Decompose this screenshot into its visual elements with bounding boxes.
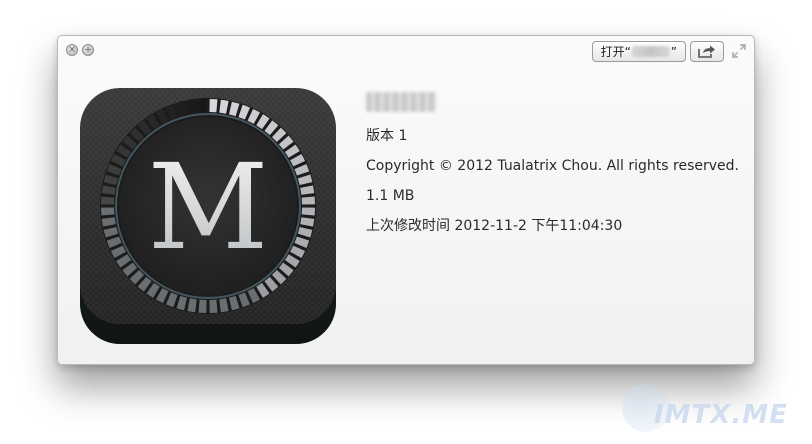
file-size-label: 1.1 MB xyxy=(366,188,415,204)
plus-icon: + xyxy=(84,44,92,55)
fullscreen-icon xyxy=(732,44,746,58)
app-icon-letter: M xyxy=(148,138,269,276)
progress-ring-segment xyxy=(101,207,115,216)
share-button[interactable] xyxy=(690,41,724,62)
open-with-button[interactable]: 打开“ ” xyxy=(591,41,686,62)
copyright-label: Copyright © 2012 Tualatrix Chou. All rig… xyxy=(366,158,739,174)
file-info-panel: 版本 1 Copyright © 2012 Tualatrix Chou. Al… xyxy=(366,92,739,246)
progress-ring-segment xyxy=(301,196,315,205)
progress-ring-segment xyxy=(209,99,218,113)
open-button-suffix: ” xyxy=(670,44,677,59)
progress-ring-segment xyxy=(198,299,207,313)
progress-ring-segment xyxy=(101,196,115,205)
watermark-text: IMTX.ME xyxy=(654,400,788,430)
share-icon xyxy=(698,45,715,58)
add-button[interactable]: + xyxy=(82,44,94,56)
open-button-prefix: 打开“ xyxy=(600,45,631,59)
blurred-app-name xyxy=(631,46,670,57)
close-button[interactable]: × xyxy=(66,44,78,56)
fullscreen-button[interactable] xyxy=(732,44,746,58)
quick-look-window: × + 打开“ ” M 版本 1 Copyright © 2012 Tualat… xyxy=(57,35,755,365)
app-icon: M xyxy=(80,88,336,344)
progress-ring-segment xyxy=(301,207,315,216)
version-label: 版本 1 xyxy=(366,128,408,144)
blurred-app-title xyxy=(366,92,436,112)
progress-ring-segment xyxy=(209,299,218,313)
modified-date-label: 上次修改时间 2012-11-2 下午11:04:30 xyxy=(366,218,623,234)
screenshot-stage: × + 打开“ ” M 版本 1 Copyright © 2012 Tualat… xyxy=(0,0,812,444)
close-icon: × xyxy=(68,44,76,55)
progress-ring-segment xyxy=(198,99,207,113)
watermark: IMTX.ME xyxy=(622,384,812,434)
